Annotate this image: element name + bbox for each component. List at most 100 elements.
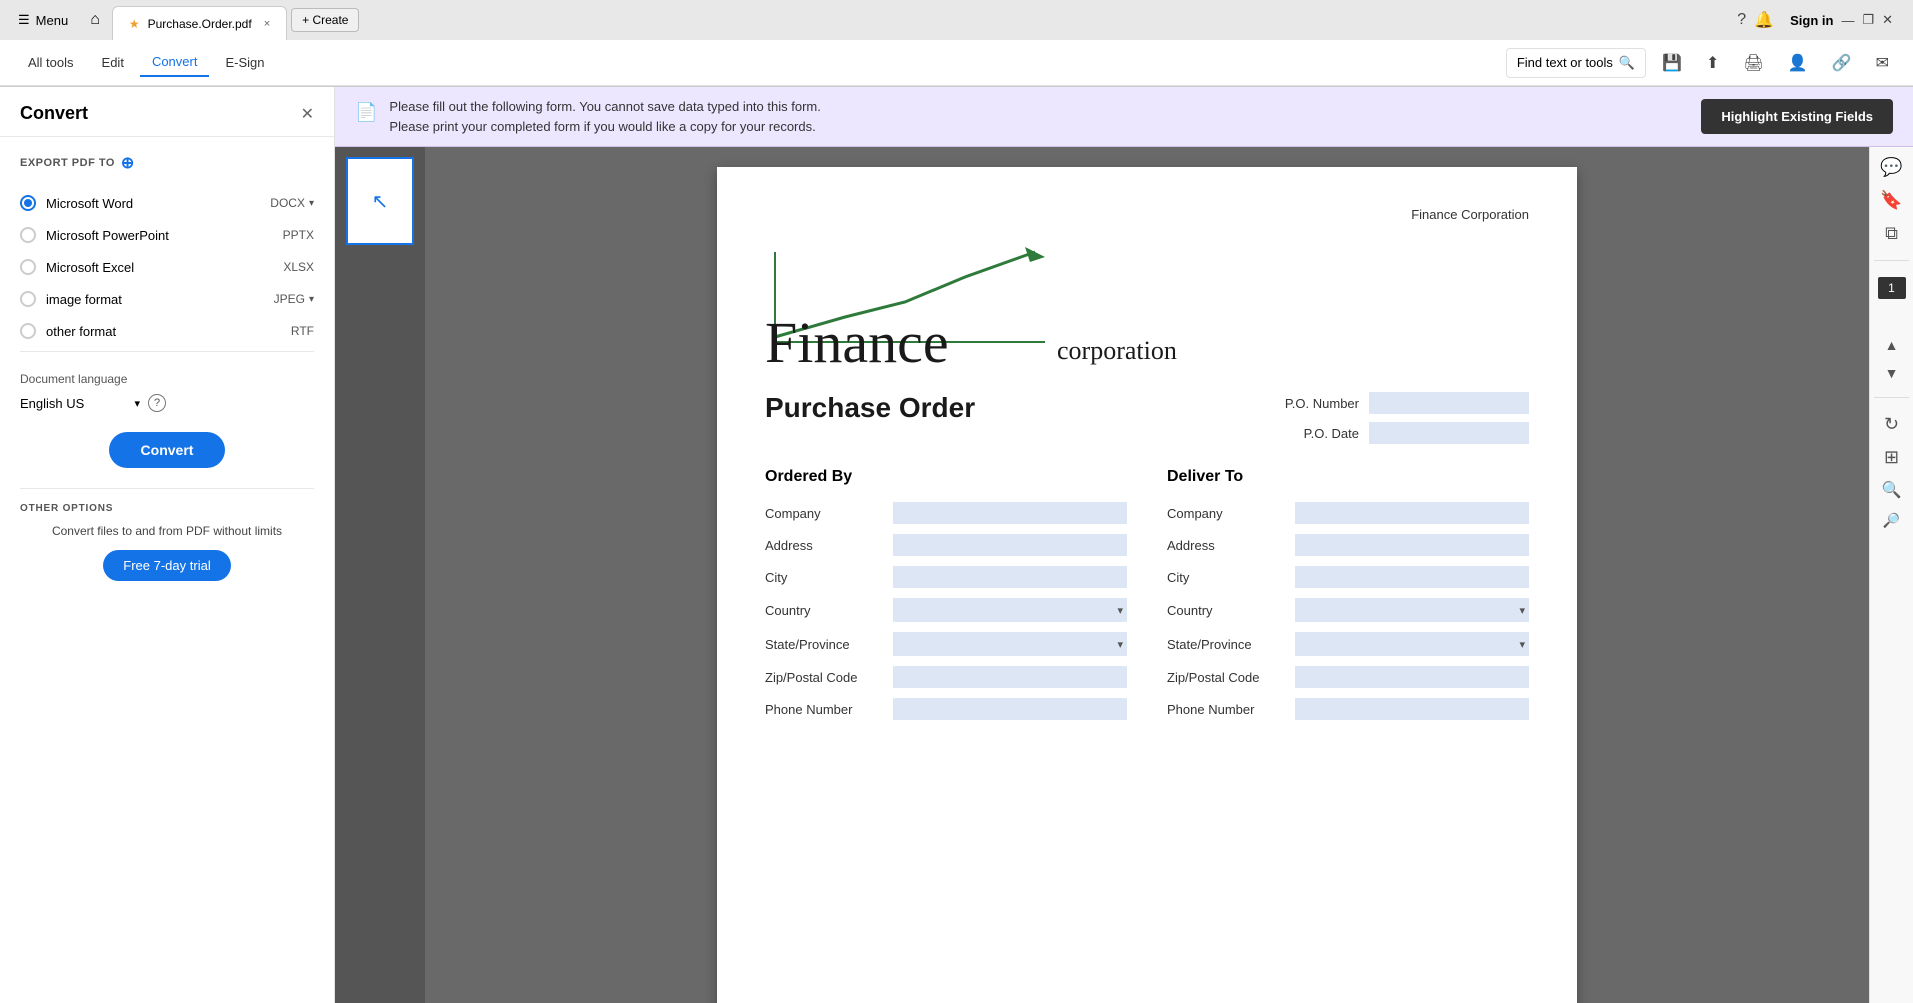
sign-in-button[interactable]: Sign in <box>1790 13 1833 28</box>
lang-chevron-icon: ▾ <box>134 397 140 410</box>
minimize-button[interactable]: — <box>1841 13 1854 28</box>
panel-title: Convert <box>20 103 88 124</box>
account-icon[interactable]: 👤 <box>1780 47 1816 79</box>
zoom-out-icon[interactable]: 🔎 <box>1883 512 1900 529</box>
po-number-input[interactable] <box>1369 392 1529 414</box>
panel-close-button[interactable]: ✕ <box>301 104 314 124</box>
pptx-format-text: PPTX <box>283 228 314 242</box>
convert-button[interactable]: Convert <box>140 48 210 77</box>
word-format[interactable]: DOCX ▾ <box>270 196 314 210</box>
mail-icon[interactable]: ✉ <box>1868 47 1897 79</box>
radio-word[interactable] <box>20 195 36 211</box>
home-button[interactable]: ⌂ <box>82 7 108 33</box>
language-dropdown[interactable]: English US ▾ <box>20 396 140 411</box>
radio-excel[interactable] <box>20 259 36 275</box>
help-icon[interactable]: ? <box>1737 11 1746 29</box>
save-icon[interactable]: 💾 <box>1654 47 1690 79</box>
add-export-icon[interactable]: ⊕ <box>121 153 135 173</box>
ob-country-label: Country <box>765 603 885 618</box>
browser-controls: ? 🔔 Sign in — ❐ ✕ <box>1725 6 1905 34</box>
ob-city-input[interactable] <box>893 566 1127 588</box>
dt-company-input[interactable] <box>1295 502 1529 524</box>
export-option-excel[interactable]: Microsoft Excel XLSX <box>20 251 314 283</box>
all-tools-button[interactable]: All tools <box>16 49 86 76</box>
dt-phone-input[interactable] <box>1295 698 1529 720</box>
share-icon[interactable]: ⬆ <box>1698 47 1727 79</box>
radio-pptx[interactable] <box>20 227 36 243</box>
hamburger-icon: ☰ <box>18 12 30 28</box>
help-icon-lang[interactable]: ? <box>148 394 166 412</box>
ordered-by-title: Ordered By <box>765 468 1127 486</box>
ob-state-dropdown[interactable]: ▾ <box>893 632 1127 656</box>
close-button[interactable]: ✕ <box>1882 12 1893 28</box>
word-dropdown-icon: ▾ <box>309 198 314 209</box>
edit-button[interactable]: Edit <box>90 49 136 76</box>
ob-address-input[interactable] <box>893 534 1127 556</box>
deliver-to-section: Deliver To Company Address City <box>1167 468 1529 730</box>
tab-title: Purchase.Order.pdf <box>148 17 252 31</box>
browser-chrome: ☰ Menu ⌂ ★ Purchase.Order.pdf × + Create… <box>0 0 1913 87</box>
main-toolbar: All tools Edit Convert E-Sign Find text … <box>0 40 1913 86</box>
refresh-icon[interactable]: ↻ <box>1884 414 1899 435</box>
scroll-down-icon[interactable]: ▼ <box>1885 365 1899 381</box>
divider-1 <box>20 351 314 352</box>
language-text: English US <box>20 396 84 411</box>
print-icon[interactable]: 🖨 <box>1735 47 1771 79</box>
menu-button[interactable]: ☰ Menu <box>8 8 78 32</box>
tab-bar: ☰ Menu ⌂ ★ Purchase.Order.pdf × + Create… <box>0 0 1913 40</box>
data-grid-icon[interactable]: ⊞ <box>1884 447 1899 468</box>
ob-country-dropdown[interactable]: ▾ <box>893 598 1127 622</box>
chat-icon[interactable]: 💬 <box>1880 157 1902 178</box>
logo-section: Finance corporation <box>765 242 1529 372</box>
ob-company-row: Company <box>765 502 1127 524</box>
find-button[interactable]: Find text or tools 🔍 <box>1506 48 1646 78</box>
dt-country-dropdown[interactable]: ▾ <box>1295 598 1529 622</box>
pptx-label: Microsoft PowerPoint <box>46 228 169 243</box>
image-format[interactable]: JPEG ▾ <box>274 292 314 306</box>
radio-other[interactable] <box>20 323 36 339</box>
notification-text: 📄 Please fill out the following form. Yo… <box>355 97 821 136</box>
deliver-to-title: Deliver To <box>1167 468 1529 486</box>
word-label: Microsoft Word <box>46 196 133 211</box>
dt-country-dropdown-arrow: ▾ <box>1519 604 1525 617</box>
tab-close-button[interactable]: × <box>264 18 270 30</box>
notification-icon[interactable]: 🔔 <box>1754 10 1774 30</box>
export-option-pptx[interactable]: Microsoft PowerPoint PPTX <box>20 219 314 251</box>
new-tab-button[interactable]: + Create <box>291 8 359 32</box>
esign-button[interactable]: E-Sign <box>213 49 276 76</box>
export-option-word[interactable]: Microsoft Word DOCX ▾ <box>20 187 314 219</box>
dt-address-input[interactable] <box>1295 534 1529 556</box>
dt-city-input[interactable] <box>1295 566 1529 588</box>
radio-dot <box>24 199 32 207</box>
dt-zip-row: Zip/Postal Code <box>1167 666 1529 688</box>
ob-address-label: Address <box>765 538 885 553</box>
radio-image[interactable] <box>20 291 36 307</box>
ob-zip-input[interactable] <box>893 666 1127 688</box>
dt-zip-label: Zip/Postal Code <box>1167 670 1287 685</box>
dt-zip-input[interactable] <box>1295 666 1529 688</box>
scroll-up-icon[interactable]: ▲ <box>1885 337 1899 353</box>
export-option-image[interactable]: image format JPEG ▾ <box>20 283 314 315</box>
menu-label: Menu <box>36 13 69 28</box>
po-date-input[interactable] <box>1369 422 1529 444</box>
image-format-text: JPEG <box>274 292 305 306</box>
trial-button[interactable]: Free 7-day trial <box>103 550 230 581</box>
dt-state-dropdown[interactable]: ▾ <box>1295 632 1529 656</box>
zoom-in-icon[interactable]: 🔍 <box>1882 480 1902 500</box>
active-tab[interactable]: ★ Purchase.Order.pdf × <box>112 6 287 40</box>
convert-action-button[interactable]: Convert <box>109 432 226 468</box>
maximize-button[interactable]: ❐ <box>1862 12 1874 28</box>
link-icon[interactable]: 🔗 <box>1824 47 1860 79</box>
layers-icon[interactable]: ⧉ <box>1885 223 1898 244</box>
dt-city-row: City <box>1167 566 1529 588</box>
pdf-scroll-area[interactable]: Finance Corporation Finance <box>425 147 1869 1003</box>
export-option-other[interactable]: other format RTF <box>20 315 314 347</box>
ob-city-label: City <box>765 570 885 585</box>
highlight-existing-fields-button[interactable]: Highlight Existing Fields <box>1701 99 1893 134</box>
bookmark-icon[interactable]: 🔖 <box>1880 190 1902 211</box>
panel-header: Convert ✕ <box>0 87 334 137</box>
ob-phone-input[interactable] <box>893 698 1127 720</box>
pdf-thumbnail-1[interactable]: ↖ <box>346 157 414 245</box>
star-icon: ★ <box>129 17 140 31</box>
ob-company-input[interactable] <box>893 502 1127 524</box>
